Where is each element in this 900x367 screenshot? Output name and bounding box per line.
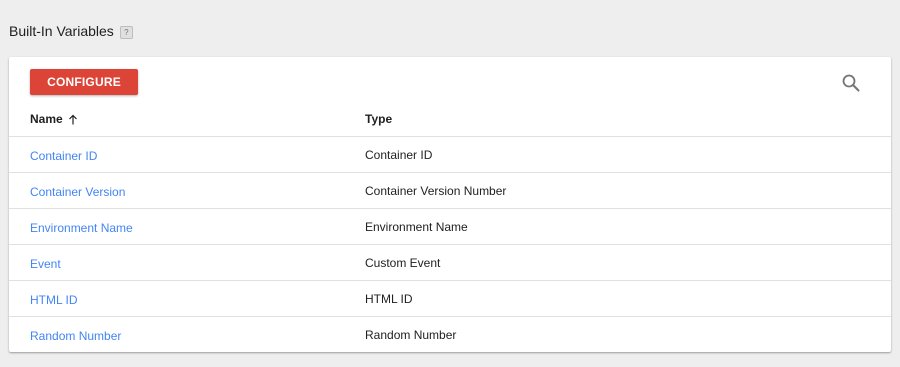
table-header: Name Type	[9, 101, 891, 137]
variable-type: Container Version Number	[365, 184, 507, 198]
variable-type: HTML ID	[365, 292, 413, 306]
variable-type: Container ID	[365, 148, 433, 162]
column-header-name-label: Name	[30, 112, 63, 126]
table-row: Random Number Random Number	[9, 317, 891, 352]
table-row: Environment Name Environment Name	[9, 209, 891, 245]
section-title: Built-In Variables	[9, 23, 114, 39]
variable-name-link[interactable]: Container Version	[30, 185, 125, 199]
variable-name-link[interactable]: Container ID	[30, 149, 97, 163]
variable-name-link[interactable]: Environment Name	[30, 221, 133, 235]
variable-type: Environment Name	[365, 220, 468, 234]
variable-name-link[interactable]: HTML ID	[30, 293, 78, 307]
column-header-name[interactable]: Name	[30, 112, 78, 126]
variable-type: Custom Event	[365, 256, 441, 270]
variables-card: CONFIGURE Name Type Container ID Contain…	[9, 57, 891, 352]
search-icon[interactable]	[840, 72, 862, 94]
table-row: Container ID Container ID	[9, 137, 891, 173]
table-body: Container ID Container ID Container Vers…	[9, 137, 891, 352]
column-header-type: Type	[365, 112, 393, 126]
table-row: Event Custom Event	[9, 245, 891, 281]
arrow-up-icon	[68, 114, 77, 124]
configure-button[interactable]: CONFIGURE	[30, 69, 138, 95]
variable-name-link[interactable]: Event	[30, 257, 61, 271]
variable-type: Random Number	[365, 328, 457, 342]
question-mark-icon[interactable]: ?	[119, 25, 133, 39]
section-header: Built-In Variables ?	[9, 23, 133, 39]
variable-name-link[interactable]: Random Number	[30, 329, 121, 343]
table-row: Container Version Container Version Numb…	[9, 173, 891, 209]
table-row: HTML ID HTML ID	[9, 281, 891, 317]
